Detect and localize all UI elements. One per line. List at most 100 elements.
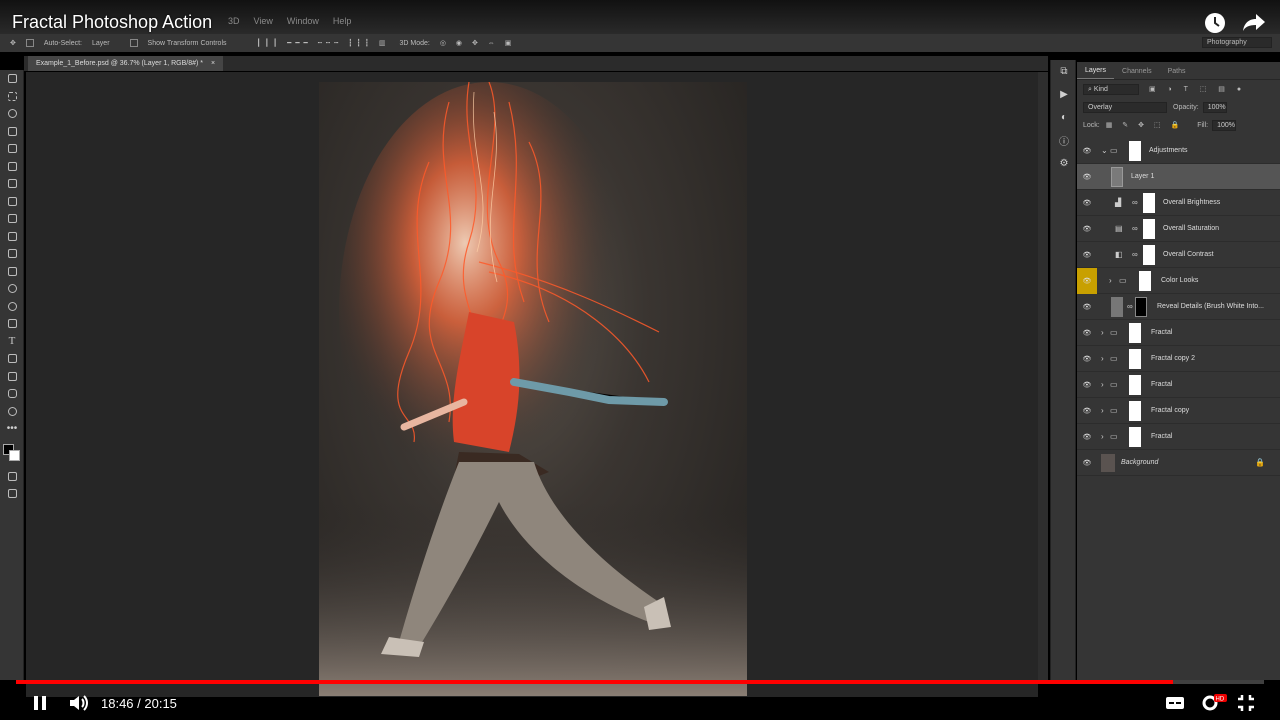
layer-select[interactable]: Layer xyxy=(92,40,110,47)
blur-tool[interactable] xyxy=(0,280,24,298)
eye-icon[interactable]: 👁 xyxy=(1077,372,1097,398)
layer-row[interactable]: 👁 ∞ Reveal Details (Brush White Into... xyxy=(1077,294,1280,320)
layer-row[interactable]: 👁 Background 🔒 xyxy=(1077,450,1280,476)
tab-channels[interactable]: Channels xyxy=(1114,68,1160,79)
watch-later-icon[interactable] xyxy=(1204,12,1226,34)
lock-icons[interactable]: ▦ ✎ ✥ ⬚ 🔒 xyxy=(1106,121,1183,129)
path-select-tool[interactable] xyxy=(0,350,24,368)
properties-panel-button[interactable]: ⚙ xyxy=(1051,152,1077,175)
eye-icon[interactable]: 👁 xyxy=(1077,138,1097,164)
move-tool[interactable] xyxy=(0,70,24,88)
chevron-right-icon[interactable]: › xyxy=(1101,354,1104,363)
video-progress-bar[interactable] xyxy=(16,680,1264,684)
history-brush-tool[interactable] xyxy=(0,228,24,246)
layer-row[interactable]: 👁 ▤ ∞ Overall Saturation xyxy=(1077,216,1280,242)
document-tab[interactable]: Example_1_Before.psd @ 36.7% (Layer 1, R… xyxy=(28,56,224,71)
zoom-tool[interactable] xyxy=(0,403,24,421)
eraser-tool[interactable] xyxy=(0,245,24,263)
subtitles-icon[interactable] xyxy=(1164,693,1186,713)
eye-icon[interactable]: 👁 xyxy=(1077,164,1097,190)
menu-window[interactable]: Window xyxy=(287,16,319,26)
layers-panel-tabs: Layers Channels Paths xyxy=(1077,62,1280,80)
eye-icon[interactable]: 👁 xyxy=(1077,216,1097,242)
quick-select-tool[interactable] xyxy=(0,123,24,141)
eye-icon[interactable]: 👁 xyxy=(1077,190,1097,216)
fill-field[interactable]: 100% xyxy=(1212,119,1236,131)
quick-mask-tool[interactable] xyxy=(0,468,24,486)
show-transform-checkbox[interactable] xyxy=(129,39,138,47)
chevron-right-icon[interactable]: › xyxy=(1101,328,1104,337)
screen-mode-tool[interactable] xyxy=(0,485,24,503)
more-tools[interactable]: ••• xyxy=(0,420,24,438)
eye-icon[interactable]: 👁 xyxy=(1077,450,1097,476)
history-panel-button[interactable]: ⧉ xyxy=(1051,60,1077,83)
layer-row[interactable]: 👁 Layer 1 xyxy=(1077,164,1280,190)
pen-tool[interactable] xyxy=(0,315,24,333)
dodge-tool[interactable] xyxy=(0,298,24,316)
menu-3d[interactable]: 3D xyxy=(228,16,240,26)
close-tab-icon[interactable]: × xyxy=(211,60,215,67)
document-image[interactable] xyxy=(319,82,747,696)
stamp-tool[interactable] xyxy=(0,210,24,228)
volume-icon[interactable] xyxy=(68,693,90,713)
eye-icon[interactable]: 👁 xyxy=(1077,294,1097,320)
pause-icon[interactable] xyxy=(30,693,50,713)
lasso-icon xyxy=(7,109,17,119)
eye-icon[interactable]: 👁 xyxy=(1077,242,1097,268)
shape-icon xyxy=(7,371,17,381)
crop-tool[interactable] xyxy=(0,140,24,158)
eye-icon[interactable]: 👁 xyxy=(1077,346,1097,372)
menu-view[interactable]: View xyxy=(254,16,273,26)
pen-icon xyxy=(7,319,17,329)
settings-icon[interactable]: HD xyxy=(1200,693,1228,713)
layer-row[interactable]: 👁 › ▭ Fractal copy 2 xyxy=(1077,346,1280,372)
layer-row[interactable]: 👁 ▟ ∞ Overall Brightness xyxy=(1077,190,1280,216)
kind-filter[interactable]: ⌕ Kind xyxy=(1083,83,1139,95)
gradient-tool[interactable] xyxy=(0,263,24,281)
layer-row[interactable]: 👁 ⌄ ▭ Adjustments xyxy=(1077,138,1280,164)
chevron-right-icon[interactable]: › xyxy=(1101,380,1104,389)
chevron-right-icon[interactable]: › xyxy=(1101,406,1104,415)
actions-panel-button[interactable]: ▶ xyxy=(1051,83,1077,106)
auto-select-checkbox[interactable] xyxy=(25,39,34,47)
marquee-tool[interactable] xyxy=(0,88,24,106)
eye-icon[interactable]: 👁 xyxy=(1077,424,1097,450)
canvas-vertical-scrollbar[interactable] xyxy=(1038,72,1048,684)
chevron-right-icon[interactable]: › xyxy=(1109,276,1112,285)
ps-menu-bar: 3D View Window Help xyxy=(228,16,351,26)
lasso-tool[interactable] xyxy=(0,105,24,123)
color-swatches[interactable] xyxy=(0,438,24,468)
chevron-right-icon[interactable]: › xyxy=(1101,432,1104,441)
filter-icons[interactable]: ▣ ◑ T ⬚ ▤ ● xyxy=(1149,85,1246,93)
align-icons[interactable]: ┃┃┃ ━━━ ┅┅┅ ┇┇┇ ▥ xyxy=(257,39,390,47)
folder-icon: ▭ xyxy=(1110,354,1118,363)
layer-row[interactable]: 👁 › ▭ Color Looks xyxy=(1077,268,1280,294)
layer-row[interactable]: 👁 › ▭ Fractal xyxy=(1077,320,1280,346)
brush-tool[interactable] xyxy=(0,193,24,211)
eye-icon[interactable]: 👁 xyxy=(1077,268,1097,294)
menu-help[interactable]: Help xyxy=(333,16,352,26)
layer-row[interactable]: 👁 ◧ ∞ Overall Contrast xyxy=(1077,242,1280,268)
tab-layers[interactable]: Layers xyxy=(1077,67,1115,79)
type-tool[interactable]: T xyxy=(0,333,24,351)
healing-tool[interactable] xyxy=(0,175,24,193)
layer-row[interactable]: 👁 › ▭ Fractal copy xyxy=(1077,398,1280,424)
eye-icon[interactable]: 👁 xyxy=(1077,320,1097,346)
tab-paths[interactable]: Paths xyxy=(1160,68,1194,79)
workspace-select[interactable]: Photography xyxy=(1202,37,1272,48)
move-tool-icon[interactable]: ✥ xyxy=(10,39,16,47)
shape-tool[interactable] xyxy=(0,368,24,386)
exit-fullscreen-icon[interactable] xyxy=(1236,693,1256,713)
info-panel-button[interactable]: ⓘ xyxy=(1051,129,1077,152)
layer-row[interactable]: 👁 › ▭ Fractal xyxy=(1077,372,1280,398)
hand-tool[interactable] xyxy=(0,385,24,403)
blend-mode-select[interactable]: Overlay xyxy=(1083,101,1167,113)
opacity-field[interactable]: 100% xyxy=(1202,101,1227,113)
layer-row[interactable]: 👁 › ▭ Fractal xyxy=(1077,424,1280,450)
eye-icon[interactable]: 👁 xyxy=(1077,398,1097,424)
chevron-down-icon[interactable]: ⌄ xyxy=(1101,146,1108,155)
adjustments-panel-button[interactable]: ◐ xyxy=(1051,106,1077,129)
eyedropper-tool[interactable] xyxy=(0,158,24,176)
share-icon[interactable] xyxy=(1242,12,1266,32)
3d-mode-icons[interactable]: ◎ ◉ ✥ ⇔ ▣ xyxy=(440,39,515,47)
